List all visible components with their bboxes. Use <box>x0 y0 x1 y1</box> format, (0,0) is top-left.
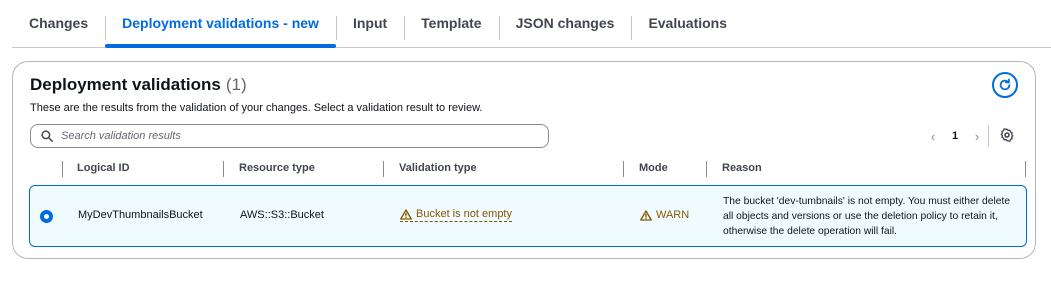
mode-badge: WARN <box>640 209 689 221</box>
search-field[interactable] <box>30 124 549 148</box>
resource-type-cell: AWS::S3::Bucket <box>240 209 324 221</box>
panel-title: Deployment validations <box>30 75 221 94</box>
gear-icon <box>1000 128 1014 142</box>
column-divider[interactable] <box>383 161 384 177</box>
panel-count: (1) <box>225 75 247 94</box>
validation-type-label: Bucket is not empty <box>416 208 512 220</box>
panel-title-group: Deployment validations (1) <box>30 75 247 95</box>
tab-bar: Changes Deployment validations - new Inp… <box>12 0 1051 48</box>
column-header-resource-type[interactable]: Resource type <box>239 162 315 174</box>
tab-json-changes[interactable]: JSON changes <box>498 0 632 46</box>
tab-changes[interactable]: Changes <box>12 0 105 46</box>
validations-panel: Deployment validations (1) These are the… <box>12 61 1036 259</box>
column-divider[interactable] <box>223 161 224 177</box>
page-number[interactable]: 1 <box>941 130 969 142</box>
mode-label: WARN <box>656 209 690 221</box>
validation-type-link[interactable]: Bucket is not empty <box>400 208 512 222</box>
pager-divider <box>988 125 989 147</box>
next-page-icon[interactable]: › <box>969 129 985 144</box>
column-divider[interactable] <box>1025 161 1026 177</box>
column-header-validation-type[interactable]: Validation type <box>399 162 477 174</box>
search-input[interactable] <box>61 130 541 142</box>
warning-icon <box>640 209 652 221</box>
refresh-icon <box>999 78 1011 91</box>
tab-template[interactable]: Template <box>404 0 498 46</box>
refresh-button[interactable] <box>992 72 1018 98</box>
logical-id-cell: MyDevThumbnailsBucket <box>78 209 203 221</box>
search-icon <box>41 130 53 142</box>
column-divider[interactable] <box>623 161 624 177</box>
column-divider[interactable] <box>706 161 707 177</box>
tab-input[interactable]: Input <box>335 0 404 46</box>
panel-description: These are the results from the validatio… <box>30 102 483 114</box>
column-header-reason[interactable]: Reason <box>722 162 762 174</box>
warning-icon <box>400 208 412 220</box>
table-row[interactable]: MyDevThumbnailsBucket AWS::S3::Bucket Bu… <box>29 185 1027 247</box>
tab-evaluations[interactable]: Evaluations <box>631 0 744 46</box>
column-header-mode[interactable]: Mode <box>639 162 668 174</box>
column-divider[interactable] <box>62 161 63 177</box>
reason-cell: The bucket 'dev-tumbnails' is not empty.… <box>723 196 1011 237</box>
column-header-logical-id[interactable]: Logical ID <box>77 162 130 174</box>
previous-page-icon[interactable]: ‹ <box>925 129 941 144</box>
pagination: ‹ 1 › <box>925 126 985 146</box>
preferences-button[interactable] <box>999 127 1015 143</box>
tab-deployment-validations[interactable]: Deployment validations - new <box>105 0 336 48</box>
row-select-radio[interactable] <box>40 210 53 223</box>
